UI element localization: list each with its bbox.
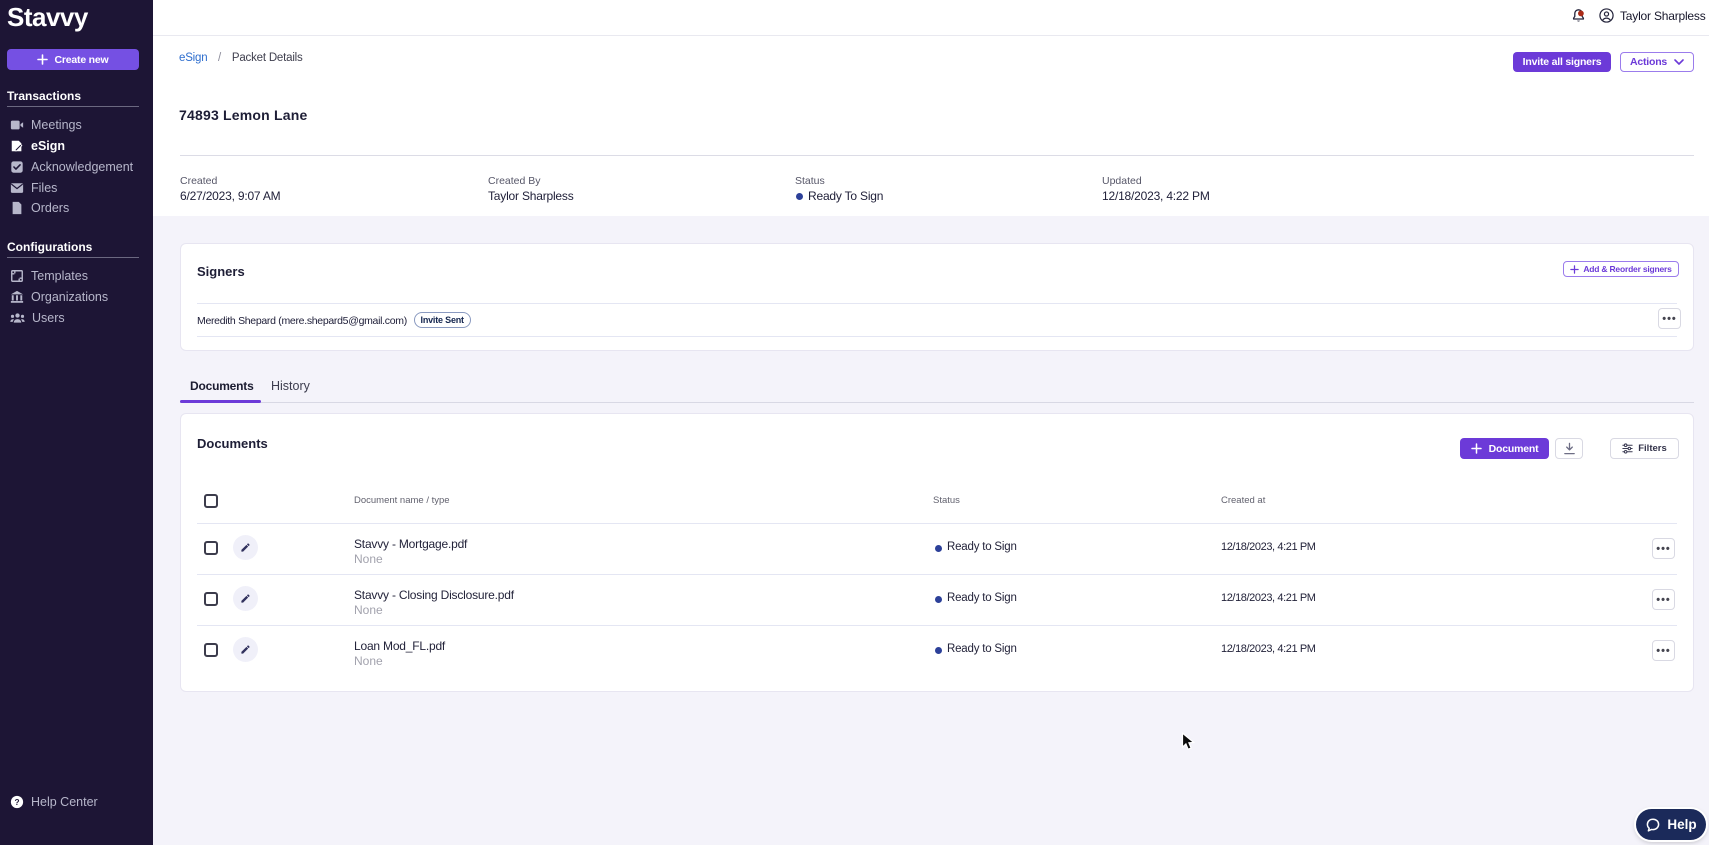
svg-text:?: ? [14,797,19,807]
